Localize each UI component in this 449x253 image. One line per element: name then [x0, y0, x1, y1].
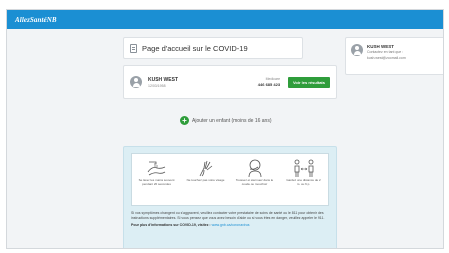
page-title: Page d'accueil sur le COVID-19 — [142, 43, 248, 53]
distance-icon — [294, 159, 313, 177]
avatar-icon — [130, 76, 142, 88]
more-info-text: Pour plus d'informations sur COVID-19, v… — [131, 223, 211, 228]
account-text: KUSH WEST Contactez en tant que : kush.w… — [367, 44, 406, 68]
account-email: kush.west@zoomail.com — [367, 55, 406, 60]
page-header-card: Page d'accueil sur le COVID-19 — [123, 37, 303, 59]
cough-elbow-icon — [248, 159, 261, 178]
document-icon — [130, 43, 137, 53]
plus-icon: + — [180, 116, 189, 125]
account-avatar-icon — [351, 44, 363, 56]
medicare-number: 446 685 423 — [257, 82, 281, 87]
guidance-item: Ne touchez pas votre visage — [187, 158, 225, 183]
user-birthdate: 12/03/1958 — [148, 83, 166, 88]
account-line-1: Contactez en tant que : — [367, 50, 404, 54]
guidance-item: Se laver les mains souvent pendant 20 se… — [138, 158, 176, 187]
view-results-button[interactable]: Voir les résultats — [288, 76, 330, 88]
guidance-item: Toussez et éternuez dans le coude ou mou… — [236, 158, 274, 187]
medicare-info: Medicare 446 685 423 — [258, 77, 280, 87]
guidance-caption: Ne touchez pas votre visage — [186, 178, 225, 182]
user-name: KUSH WEST — [148, 76, 178, 83]
handwash-icon — [147, 161, 165, 176]
guidance-caption: Gardez une distance de 2 m. ou 6 p. — [286, 178, 321, 186]
account-card: KUSH WEST Contactez en tant que : kush.w… — [345, 37, 443, 75]
account-name: KUSH WEST — [367, 44, 394, 49]
no-touch-face-icon — [199, 160, 212, 177]
add-child-label: Ajouter un enfant (moins de 16 ans) — [192, 117, 272, 124]
symptoms-warning: Si vos symptômes changent ou s'aggravent… — [131, 211, 325, 220]
covid-guidance-card: Se laver les mains souvent pendant 20 se… — [123, 146, 337, 248]
guidance-item: Gardez une distance de 2 m. ou 6 p. — [285, 158, 323, 187]
user-card: KUSH WEST 12/03/1958 Medicare 446 685 42… — [123, 65, 337, 99]
guidance-icons: Se laver les mains souvent pendant 20 se… — [131, 153, 329, 206]
app-window: AllezSantéNB Page d'accueil sur le COVID… — [6, 9, 444, 249]
user-info: KUSH WEST 12/03/1958 — [148, 77, 258, 88]
more-info: Pour plus d'informations sur COVID-19, v… — [131, 223, 329, 227]
medicare-label: Medicare — [265, 77, 281, 81]
add-child-button[interactable]: + Ajouter un enfant (moins de 16 ans) — [180, 116, 272, 125]
guidance-caption: Se laver les mains souvent pendant 20 se… — [138, 178, 175, 186]
guidance-caption: Toussez et éternuez dans le coude ou mou… — [235, 178, 274, 186]
top-bar: AllezSantéNB — [7, 10, 443, 29]
more-info-link[interactable]: www.gnb.ca/coronavirus — [212, 223, 250, 227]
app-logo[interactable]: AllezSantéNB — [15, 16, 57, 24]
